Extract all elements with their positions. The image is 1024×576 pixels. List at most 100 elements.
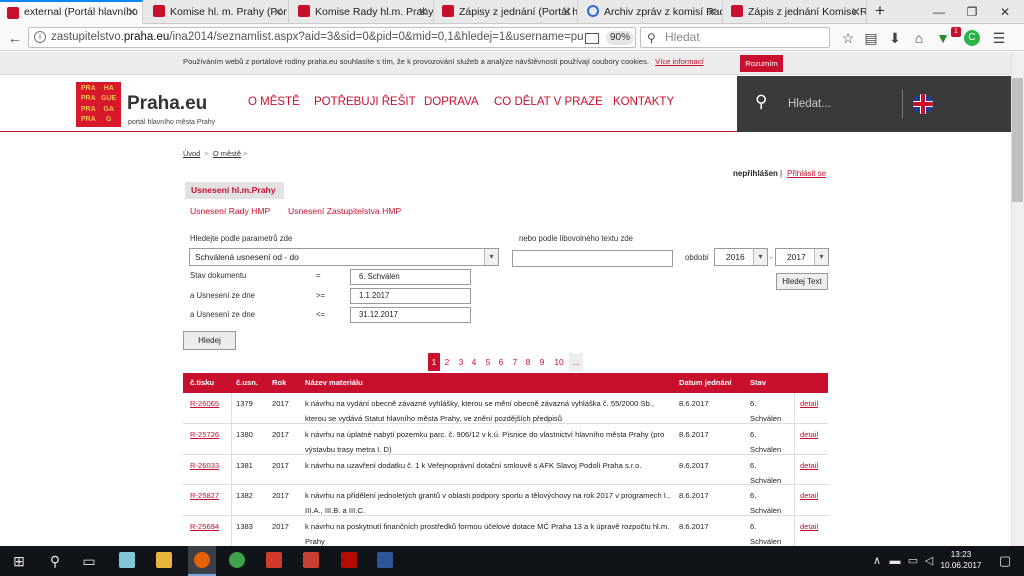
- page-link-4[interactable]: 4: [469, 353, 479, 371]
- firefox-icon[interactable]: [194, 552, 210, 568]
- login-link[interactable]: Přihlásit se: [787, 169, 826, 178]
- page-link-3[interactable]: 3: [456, 353, 466, 371]
- tab-usneseni-hmp[interactable]: Usnesení hl.m.Prahy: [185, 182, 284, 199]
- app-icon-orange[interactable]: [303, 552, 319, 568]
- column-header-tisk[interactable]: č.tisku: [190, 378, 214, 387]
- reader-view-icon[interactable]: [585, 33, 599, 44]
- english-flag-icon[interactable]: [913, 94, 933, 114]
- minimize-window-icon[interactable]: —: [924, 0, 954, 24]
- menu-o-meste[interactable]: O MĚSTĚ: [248, 96, 300, 108]
- search-text-button[interactable]: Hledej Text: [776, 273, 828, 290]
- clock-time: 13:23: [950, 550, 972, 559]
- bookmark-star-icon[interactable]: ☆: [838, 28, 858, 48]
- site-name[interactable]: Praha.eu: [127, 93, 207, 115]
- browser-tab-zapisy[interactable]: Zápisy z jednání (Portál h ✕: [435, 0, 578, 24]
- close-tab-icon[interactable]: ✕: [418, 0, 428, 24]
- page-link-1[interactable]: 1: [428, 353, 440, 371]
- page-link-10[interactable]: 10: [550, 353, 568, 371]
- row-detail-link[interactable]: detail: [800, 488, 818, 503]
- file-explorer-icon[interactable]: [156, 552, 172, 568]
- close-tab-icon[interactable]: ✕: [851, 0, 861, 24]
- page-link-6[interactable]: 6: [496, 353, 506, 371]
- tab-usneseni-rady[interactable]: Usnesení Rady HMP: [190, 206, 270, 216]
- menu-doprava[interactable]: DOPRAVA: [424, 96, 479, 108]
- row-detail-link[interactable]: detail: [800, 519, 818, 534]
- close-window-icon[interactable]: ✕: [990, 0, 1020, 24]
- row-stav: 6. Schválen: [750, 522, 782, 546]
- text-search-input[interactable]: [512, 250, 673, 267]
- year-to-select[interactable]: 2017 ▾: [775, 248, 829, 266]
- sync-extension-icon[interactable]: C: [964, 30, 980, 46]
- row-nazev: k návrhu na vydání obecně závazné vyhláš…: [305, 399, 654, 423]
- download-icon[interactable]: ⬇: [885, 28, 905, 48]
- menu-co-delat[interactable]: CO DĚLAT V PRAZE: [494, 96, 603, 108]
- zoom-level-badge[interactable]: 90%: [606, 31, 634, 45]
- taskbar-clock[interactable]: 13:23 10.06.2017: [935, 549, 987, 571]
- breadcrumb-uvod[interactable]: Úvod: [183, 149, 200, 158]
- column-header-rok[interactable]: Rok: [272, 378, 286, 387]
- column-header-datum[interactable]: Datum jednání: [679, 378, 731, 387]
- address-bar[interactable]: i zastupitelstvo.praha.eu/ina2014/seznam…: [28, 27, 636, 48]
- word-icon[interactable]: [377, 552, 393, 568]
- reading-list-icon[interactable]: ▤: [861, 28, 881, 48]
- close-tab-icon[interactable]: ✕: [707, 0, 717, 24]
- year-from-select[interactable]: 2016 ▾: [714, 248, 768, 266]
- page-link-more[interactable]: ...: [569, 353, 583, 371]
- praha-logo[interactable]: PRA HA PRA GUE PRA GA PRA G: [76, 82, 121, 127]
- notifications-icon[interactable]: ▢: [990, 550, 1020, 572]
- column-header-nazev[interactable]: Název materiálu: [305, 378, 363, 387]
- home-icon[interactable]: ⌂: [909, 28, 929, 48]
- column-header-stav[interactable]: Stav: [750, 378, 766, 387]
- new-tab-button[interactable]: +: [868, 0, 892, 24]
- task-view-icon[interactable]: ▭: [74, 550, 104, 572]
- row-detail-link[interactable]: detail: [800, 458, 818, 473]
- filter-date-from-field[interactable]: 1.1.2017: [350, 288, 471, 304]
- cookie-more-info-link[interactable]: Více informací: [655, 57, 704, 66]
- restore-window-icon[interactable]: ❐: [957, 0, 987, 24]
- back-arrow-icon[interactable]: ←: [5, 28, 25, 48]
- cookie-accept-button[interactable]: Rozumím: [740, 55, 783, 72]
- search-icon[interactable]: ⚲: [755, 92, 767, 112]
- row-tisk-link[interactable]: R-25827: [190, 488, 219, 503]
- app-icon-green[interactable]: [229, 552, 245, 568]
- page-link-9[interactable]: 9: [537, 353, 547, 371]
- breadcrumb-o-meste[interactable]: O městě: [213, 149, 241, 158]
- browser-tab-komise[interactable]: Komise hl. m. Prahy (Por ✕: [146, 0, 289, 24]
- param-select[interactable]: Schválená usnesení od - do ▾: [189, 248, 499, 266]
- menu-kontakty[interactable]: KONTAKTY: [613, 96, 674, 108]
- notes-app-icon[interactable]: [119, 552, 135, 568]
- row-detail-link[interactable]: detail: [800, 427, 818, 442]
- extension-shield-icon[interactable]: ▼: [933, 28, 953, 48]
- acrobat-icon[interactable]: [341, 552, 357, 568]
- filter-stav-field[interactable]: 6. Schválen: [350, 269, 471, 285]
- row-tisk-link[interactable]: R-25726: [190, 427, 219, 442]
- page-link-5[interactable]: 5: [483, 353, 493, 371]
- page-link-7[interactable]: 7: [510, 353, 520, 371]
- site-search-input[interactable]: Hledat...: [788, 98, 831, 110]
- browser-tab-external[interactable]: external (Portál hlavního ✕: [0, 0, 143, 24]
- hamburger-menu-icon[interactable]: ☰: [989, 28, 1009, 48]
- search-icon[interactable]: ⚲: [40, 550, 70, 572]
- search-button[interactable]: Hledej: [183, 331, 236, 350]
- row-tisk-link[interactable]: R-25694: [190, 519, 219, 534]
- browser-tab-archiv[interactable]: Archiv zpráv z komisí Rad ✕: [580, 0, 723, 24]
- page-link-2[interactable]: 2: [442, 353, 452, 371]
- close-tab-icon[interactable]: ✕: [562, 0, 572, 24]
- app-icon-red[interactable]: [266, 552, 282, 568]
- windows-start-icon[interactable]: ⊞: [4, 550, 34, 572]
- menu-potrebuji-resit[interactable]: POTŘEBUJI ŘEŠIT: [314, 96, 416, 108]
- close-tab-icon[interactable]: ✕: [127, 2, 137, 23]
- info-icon[interactable]: i: [34, 31, 46, 43]
- filter-date-to-field[interactable]: 31.12.2017: [350, 307, 471, 323]
- row-tisk-link[interactable]: R-26065: [190, 396, 219, 411]
- column-header-usn[interactable]: č.usn.: [236, 378, 258, 387]
- close-tab-icon[interactable]: ✕: [273, 0, 283, 24]
- browser-tab-zapis[interactable]: Zápis z jednání Komise R ✕: [724, 0, 867, 24]
- browser-tab-komise-rady[interactable]: Komise Rady hl.m. Prahy ✕: [291, 0, 434, 24]
- row-detail-link[interactable]: detail: [800, 396, 818, 411]
- row-tisk-link[interactable]: R-26033: [190, 458, 219, 473]
- tab-usneseni-zastupitelstva[interactable]: Usnesení Zastupitelstva HMP: [288, 206, 401, 216]
- browser-search-input[interactable]: ⚲ Hledat: [640, 27, 830, 48]
- scrollbar-thumb[interactable]: [1012, 78, 1023, 202]
- page-link-8[interactable]: 8: [523, 353, 533, 371]
